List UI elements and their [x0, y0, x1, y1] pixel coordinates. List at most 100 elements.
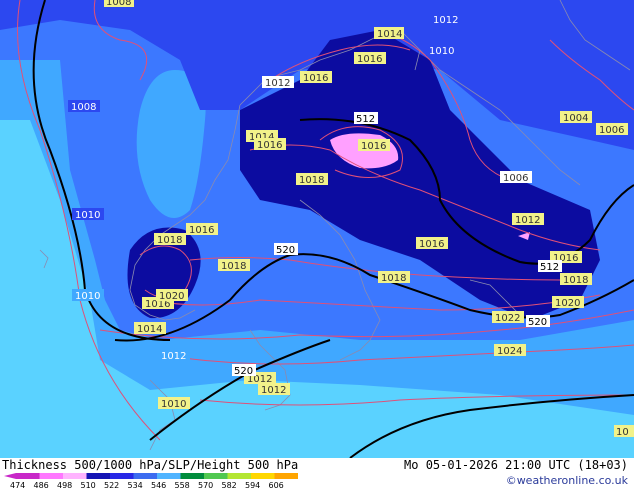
pressure-label-text: 1010: [429, 46, 454, 57]
pressure-label-text: 1008: [106, 0, 131, 8]
pressure-label-text: 1016: [357, 54, 382, 65]
thickness-map: 1008 1012 1014 1010 1008 1012 1016 1016 …: [0, 0, 634, 458]
scale-swatch: [274, 473, 298, 479]
height-label-text: 520: [276, 245, 295, 256]
pressure-label: 1024: [494, 344, 526, 357]
height-label-text: 520: [234, 366, 253, 377]
pressure-label: 1018: [154, 233, 186, 246]
pressure-label-text: 1016: [361, 141, 386, 152]
pressure-label: 1020: [156, 289, 188, 302]
pressure-label: 1012: [262, 76, 294, 89]
scale-tick-label: 594: [245, 481, 260, 489]
pressure-label-text: 1018: [563, 275, 588, 286]
pressure-label: 1016: [186, 223, 218, 236]
pressure-label: 1016: [254, 138, 286, 151]
pressure-label-text: 1010: [161, 399, 186, 410]
pressure-label: 1018: [378, 271, 410, 284]
pressure-label-text: 1014: [137, 324, 162, 335]
pressure-label: 1010: [426, 44, 458, 57]
scale-tick-label: 558: [175, 481, 190, 489]
height-label-text: 512: [356, 114, 375, 125]
pressure-label: 1012: [512, 213, 544, 226]
height-label: 512: [538, 260, 562, 273]
pressure-label: 1008: [104, 0, 134, 8]
pressure-label: 1012: [430, 13, 462, 26]
scale-swatch: [204, 473, 228, 479]
pressure-label-text: 1008: [71, 102, 96, 113]
pressure-label: 1022: [492, 311, 524, 324]
pressure-label: 1018: [560, 273, 592, 286]
scale-swatch: [180, 473, 204, 479]
pressure-label: 1016: [354, 52, 386, 65]
scale-swatch: [86, 473, 110, 479]
pressure-label: 1016: [416, 237, 448, 250]
pressure-label: 10: [614, 425, 634, 438]
scale-swatch: [251, 473, 275, 479]
pressure-label: 1010: [72, 208, 104, 221]
scale-swatch: [227, 473, 251, 479]
pressure-label-text: 1020: [555, 298, 580, 309]
scale-tick-label: 474: [10, 481, 25, 489]
scale-swatch: [110, 473, 134, 479]
pressure-label: 1020: [552, 296, 584, 309]
height-label: 512: [354, 112, 378, 125]
pressure-label-text: 1018: [299, 175, 324, 186]
height-label-text: 512: [540, 262, 559, 273]
scale-tick-label: 498: [57, 481, 72, 489]
map-timestamp: Mo 05-01-2026 21:00 UTC (18+03): [404, 458, 628, 472]
scale-tick-label: 606: [269, 481, 284, 489]
height-label-text: 520: [528, 317, 547, 328]
map-title: Thickness 500/1000 hPa/SLP/Height 500 hP…: [2, 458, 299, 472]
scale-swatch: [63, 473, 87, 479]
pressure-label: 1014: [374, 27, 404, 40]
pressure-label-text: 1012: [261, 385, 286, 396]
pressure-label-text: 1014: [377, 29, 402, 40]
pressure-label-text: 1012: [161, 351, 186, 362]
pressure-label-text: 1016: [257, 140, 282, 151]
pressure-label-text: 1024: [497, 346, 522, 357]
pressure-label-text: 1018: [157, 235, 182, 246]
pressure-label-text: 1016: [303, 73, 328, 84]
pressure-label: 1010: [158, 397, 190, 410]
pressure-label-text: 1018: [221, 261, 246, 272]
scale-swatch: [133, 473, 157, 479]
scale-tick-label: 546: [151, 481, 166, 489]
pressure-label: 1012: [258, 383, 290, 396]
weather-map-panel: 1008 1012 1014 1010 1008 1012 1016 1016 …: [0, 0, 634, 490]
pressure-label: 1004: [560, 111, 592, 124]
scale-tick-label: 522: [104, 481, 119, 489]
scale-tick-label: 534: [128, 481, 143, 489]
pressure-label: 1006: [596, 123, 628, 136]
pressure-label: 1006: [500, 171, 532, 184]
pressure-label: 1012: [158, 349, 190, 362]
scale-swatch: [39, 473, 63, 479]
pressure-label-text: 1006: [503, 173, 528, 184]
pressure-label-text: 1012: [265, 78, 290, 89]
height-label: 520: [274, 243, 298, 256]
scale-swatch: [157, 473, 181, 479]
pressure-label-text: 1022: [495, 313, 520, 324]
height-label: 520: [526, 315, 550, 328]
scale-tick-label: 570: [198, 481, 213, 489]
pressure-label-text: 1012: [433, 15, 458, 26]
color-scale: 474 486 498 510 522 534 546 558 570 582 594 606: [4, 473, 298, 489]
pressure-label-text: 1016: [419, 239, 444, 250]
credit-link[interactable]: ©weatheronline.co.uk: [506, 474, 628, 487]
pressure-label-text: 10: [616, 427, 629, 438]
pressure-label: 1016: [358, 139, 390, 152]
pressure-label: 1016: [300, 71, 332, 84]
scale-arrow-left: [4, 473, 16, 479]
pressure-label-text: 1018: [381, 273, 406, 284]
scale-swatch: [16, 473, 40, 479]
pressure-label-text: 1010: [75, 291, 100, 302]
pressure-label-text: 1010: [75, 210, 100, 221]
pressure-label-text: 1016: [189, 225, 214, 236]
pressure-label-text: 1020: [159, 291, 184, 302]
pressure-label: 1014: [134, 322, 166, 335]
scale-tick-label: 486: [34, 481, 49, 489]
height-label: 520: [232, 364, 256, 377]
pressure-label: 1010: [72, 289, 104, 302]
map-footer: Thickness 500/1000 hPa/SLP/Height 500 hP…: [0, 458, 634, 490]
pressure-label-text: 1004: [563, 113, 588, 124]
pressure-label: 1018: [218, 259, 250, 272]
